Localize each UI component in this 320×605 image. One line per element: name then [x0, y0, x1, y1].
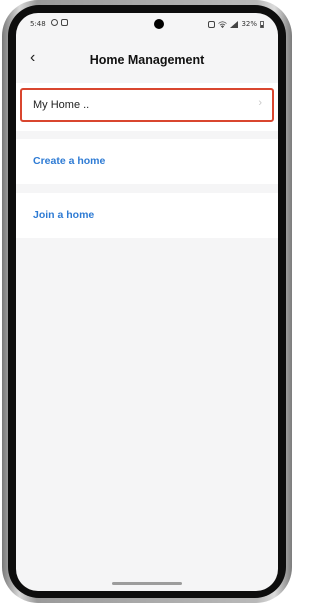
- home-item-my-home[interactable]: My Home .. ›: [16, 83, 278, 131]
- front-camera: [154, 19, 164, 29]
- app-header: ‹ Home Management: [16, 39, 278, 79]
- battery-percent: 32%: [241, 20, 257, 28]
- status-bar: 5:48 32%: [16, 13, 278, 35]
- page-title: Home Management: [89, 53, 205, 67]
- join-home-button[interactable]: Join a home: [33, 209, 94, 221]
- chevron-right-icon: ›: [258, 97, 262, 109]
- home-indicator[interactable]: [112, 582, 182, 585]
- create-home-row[interactable]: Create a home: [16, 139, 278, 184]
- whatsapp-icon: [51, 19, 58, 26]
- app-screen: 5:48 32% ‹ Home Management My Home .. › …: [16, 13, 278, 591]
- status-right: 32%: [208, 20, 264, 28]
- signal-icon: [230, 20, 239, 28]
- join-home-row[interactable]: Join a home: [16, 193, 278, 238]
- wifi-icon: [218, 20, 228, 28]
- create-home-button[interactable]: Create a home: [33, 155, 105, 167]
- nfc-icon: [208, 20, 216, 28]
- battery-icon: [260, 20, 264, 28]
- notification-icons: [51, 19, 68, 26]
- gallery-icon: [61, 19, 68, 26]
- status-time: 5:48: [30, 20, 46, 28]
- home-item-label: My Home ..: [33, 99, 90, 111]
